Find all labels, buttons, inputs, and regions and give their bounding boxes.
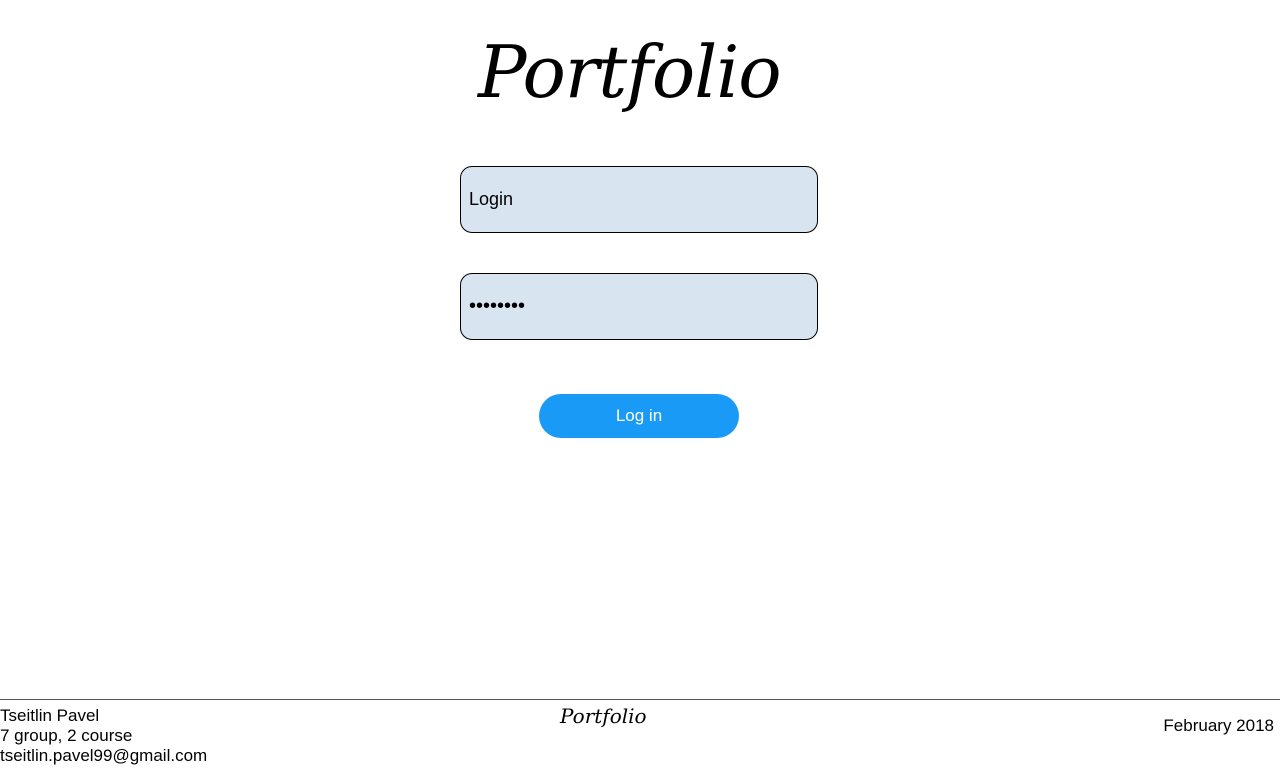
footer-divider — [0, 699, 1280, 700]
login-input[interactable] — [460, 166, 818, 233]
password-input[interactable] — [460, 273, 818, 340]
footer-title: Portfolio — [560, 704, 647, 728]
page-title-logo: Portfolio — [478, 30, 782, 114]
author-group: 7 group, 2 course — [0, 726, 133, 745]
login-button[interactable]: Log in — [539, 394, 739, 438]
footer-date: February 2018 — [1163, 716, 1274, 735]
footer-author-info: Tseitlin Pavel 7 group, 2 course tseitli… — [0, 706, 207, 766]
author-email: tseitlin.pavel99@gmail.com — [0, 746, 208, 765]
login-page: Portfolio Log in Tseitlin Pavel 7 group,… — [0, 0, 1280, 768]
author-name: Tseitlin Pavel — [0, 706, 100, 725]
